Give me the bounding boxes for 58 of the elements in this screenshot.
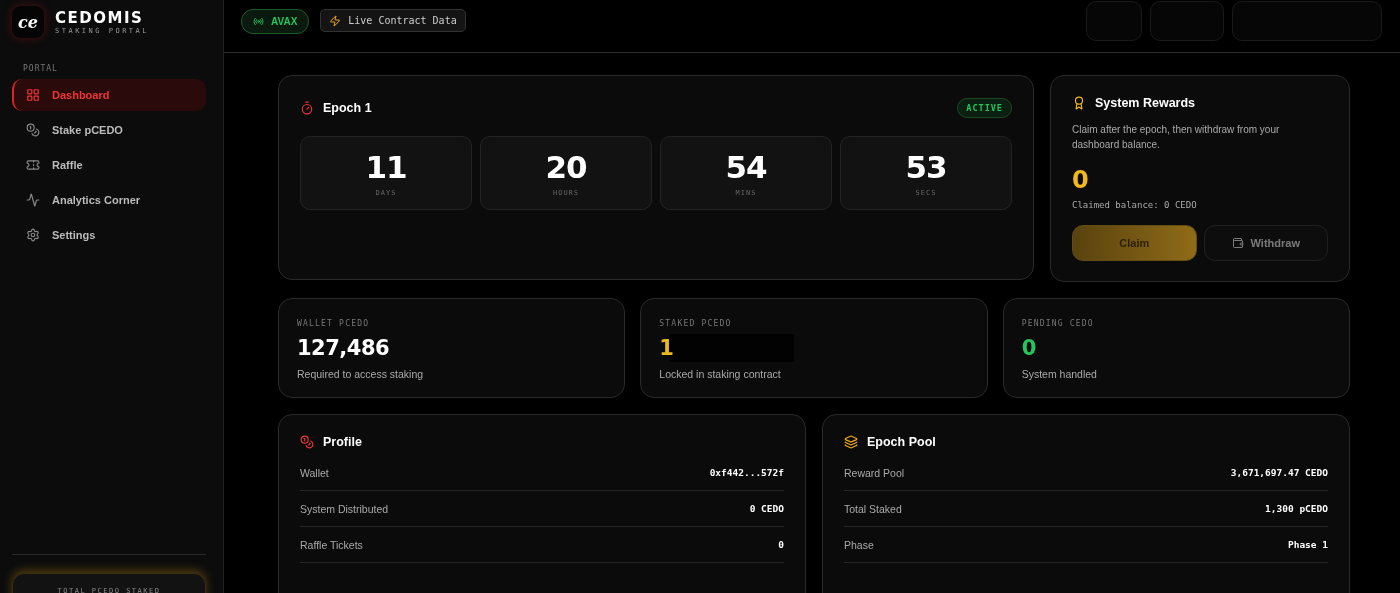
stat-note: Locked in staking contract <box>659 368 782 380</box>
card-title: Epoch 1 <box>323 101 372 115</box>
header-button[interactable] <box>1086 1 1142 41</box>
signal-icon <box>253 16 264 27</box>
countdown-value: 11 <box>365 149 407 185</box>
field-label: Total Staked <box>844 502 902 515</box>
coins-icon <box>26 123 40 137</box>
header-button[interactable] <box>1150 1 1224 41</box>
nav-item[interactable]: Stake pCEDO <box>12 114 206 146</box>
live-data-badge: Live Contract Data <box>320 9 466 32</box>
nav-item[interactable]: Raffle <box>12 149 206 181</box>
rewards-amount: 0 <box>1072 166 1090 194</box>
stat-note: Required to access staking <box>297 368 425 380</box>
status-badge: ACTIVE <box>957 98 1012 118</box>
nav-item[interactable]: Settings <box>12 219 206 251</box>
field-label: System Distributed <box>300 502 389 515</box>
field-value: 0 CEDO <box>749 503 784 514</box>
header-button[interactable] <box>1232 1 1382 41</box>
card-title: Profile <box>323 435 362 449</box>
stat-label: PENDING CEDO <box>1021 319 1095 328</box>
settings-icon <box>26 228 40 242</box>
stopwatch-icon <box>300 101 314 115</box>
stat-value: 127,486 <box>297 336 390 360</box>
nav-item[interactable]: Dashboard <box>12 79 206 111</box>
stat-label: STAKED PCEDO <box>659 319 733 328</box>
brand-name: CEDOMIS <box>55 9 145 27</box>
stat-value: 0 <box>1021 336 1036 360</box>
coins-icon <box>300 435 314 449</box>
field-value: 3,671,697.47 CEDO <box>1230 467 1328 478</box>
award-icon <box>1072 96 1086 110</box>
field-label: Phase <box>844 538 874 551</box>
field-label: Raffle Tickets <box>300 538 363 551</box>
field-label: Wallet <box>300 466 329 479</box>
field-value: 1,300 pCEDO <box>1265 503 1328 514</box>
dashboard-grid-icon <box>26 88 40 102</box>
card-title: System Rewards <box>1095 96 1196 110</box>
field-value: 0xf442...572f <box>709 467 784 478</box>
countdown-value: 54 <box>725 149 767 185</box>
card-title: Epoch Pool <box>867 435 936 449</box>
brand-logo: ce <box>12 6 44 38</box>
lightning-icon <box>329 14 342 27</box>
stat-label: WALLET PCEDO <box>297 319 371 328</box>
countdown-value: 20 <box>545 149 587 185</box>
rewards-description: Claim after the epoch, then withdraw from your dashboard balance. <box>1072 123 1281 152</box>
stat-note: System handled <box>1021 368 1098 380</box>
field-value: 0 <box>778 539 784 550</box>
countdown-value: 53 <box>905 149 947 185</box>
wallet-icon <box>1231 237 1244 249</box>
layers-icon <box>844 435 858 449</box>
network-badge: AVAX <box>241 9 310 34</box>
pulse-line-icon <box>26 193 40 207</box>
stat-value: 1 <box>659 336 674 360</box>
field-value: Phase 1 <box>1287 539 1328 550</box>
ticket-icon <box>26 158 40 172</box>
field-label: Reward Pool <box>844 466 905 479</box>
nav-section-label: PORTAL <box>23 64 58 73</box>
nav-item[interactable]: Analytics Corner <box>12 184 206 216</box>
claimed-balance: Claimed balance: 0 CEDO <box>1072 200 1198 210</box>
